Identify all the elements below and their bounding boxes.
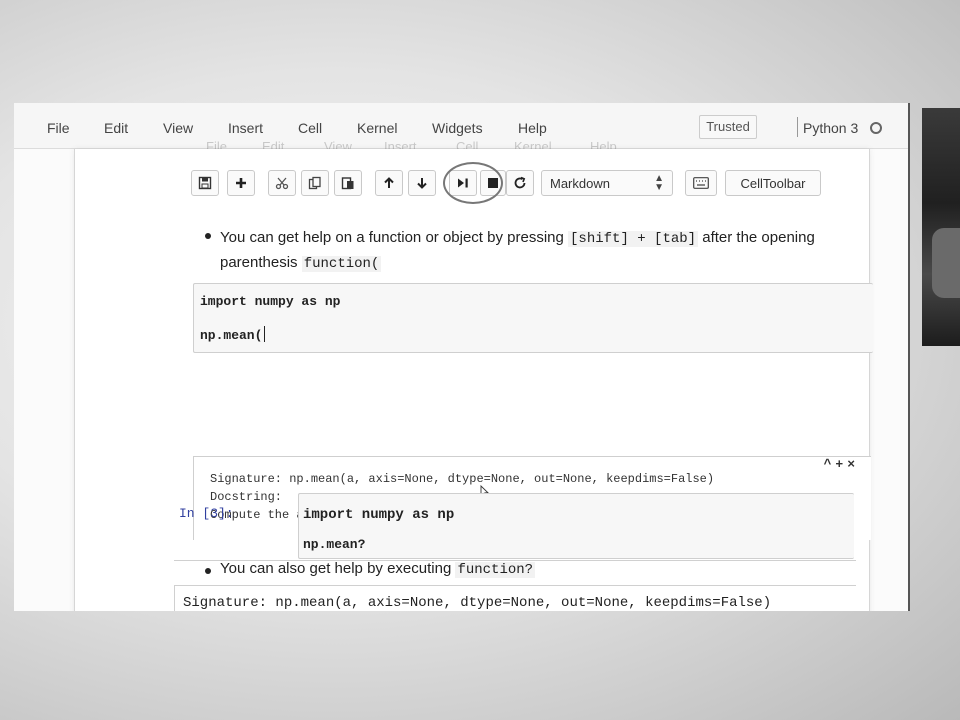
menu-view[interactable]: View <box>163 120 193 136</box>
code-line: np.mean( <box>200 328 263 343</box>
trusted-badge[interactable]: Trusted <box>699 115 757 139</box>
tooltip-controls[interactable]: ^+× <box>824 457 859 472</box>
markdown-bullet-2: You can also get help by executing funct… <box>220 560 536 578</box>
markdown-bullet-1: You can get help on a function or object… <box>220 226 870 276</box>
bullet-dot <box>205 233 211 239</box>
plus-icon <box>236 178 246 188</box>
paste-icon <box>341 177 354 190</box>
celltoolbar-button[interactable]: CellToolbar <box>725 170 821 196</box>
background-figure <box>932 228 960 298</box>
background-photo <box>922 108 960 346</box>
menu-help[interactable]: Help <box>518 120 547 136</box>
tooltip-docstring-label: Docstring: <box>210 490 283 504</box>
copy-button[interactable] <box>301 170 329 196</box>
shortcut-code: [shift] + [tab] <box>568 231 699 247</box>
kernel-name: Python 3 <box>803 120 859 136</box>
save-icon <box>198 176 212 190</box>
help-signature: Signature: np.mean(a, axis=None, dtype=N… <box>183 595 772 611</box>
function-code: function? <box>455 562 536 578</box>
function-code: function( <box>301 256 382 272</box>
code-line: np.mean? <box>303 537 366 552</box>
insert-cell-button[interactable] <box>227 170 255 196</box>
menu-file[interactable]: File <box>47 120 70 136</box>
command-palette-button[interactable] <box>685 170 717 196</box>
bullet-1-text-2: parenthesis <box>220 254 302 271</box>
arrow-up-icon <box>384 177 394 188</box>
text-cursor <box>264 326 265 342</box>
copy-icon <box>308 176 321 190</box>
bullet-2-text: You can also get help by executing <box>220 560 456 577</box>
cut-button[interactable] <box>268 170 296 196</box>
code-line: import numpy as np <box>200 294 341 309</box>
bullet-1-text: You can get help on a function or object… <box>220 229 569 246</box>
code-line: import numpy as np <box>303 507 455 523</box>
select-arrows-icon: ▲ ▼ <box>654 173 664 193</box>
move-down-button[interactable] <box>408 170 436 196</box>
menu-widgets[interactable]: Widgets <box>432 120 483 136</box>
move-up-button[interactable] <box>375 170 403 196</box>
menu-cell[interactable]: Cell <box>298 120 322 136</box>
keyboard-icon <box>693 177 709 189</box>
cell-type-select[interactable]: Markdown ▲ ▼ <box>541 170 673 196</box>
tooltip-signature: Signature: np.mean(a, axis=None, dtype=N… <box>210 472 715 486</box>
cell-divider <box>174 560 856 561</box>
code-cell-1[interactable]: import numpy as np np.mean( <box>193 283 873 353</box>
restart-icon <box>514 176 526 189</box>
browser-screen: File Edit View Insert Cell Kernel Widget… <box>14 103 910 611</box>
arrow-down-icon <box>417 178 427 189</box>
input-prompt: In [3]: <box>179 506 234 521</box>
menu-insert[interactable]: Insert <box>228 120 263 136</box>
bullet-dot <box>205 568 211 574</box>
restart-button[interactable] <box>506 170 534 196</box>
menu-kernel[interactable]: Kernel <box>357 120 397 136</box>
help-output-panel: Signature: np.mean(a, axis=None, dtype=N… <box>174 585 856 611</box>
save-button[interactable] <box>191 170 219 196</box>
cell-type-value: Markdown <box>550 176 610 191</box>
code-cell-2[interactable]: import numpy as np np.mean? <box>298 493 854 559</box>
divider <box>797 117 798 137</box>
kernel-idle-icon <box>870 122 882 134</box>
bullet-1-text-cont: after the opening <box>698 229 815 246</box>
menu-edit[interactable]: Edit <box>104 120 128 136</box>
paste-button[interactable] <box>334 170 362 196</box>
cut-icon <box>275 177 289 190</box>
highlight-circle <box>443 162 503 204</box>
